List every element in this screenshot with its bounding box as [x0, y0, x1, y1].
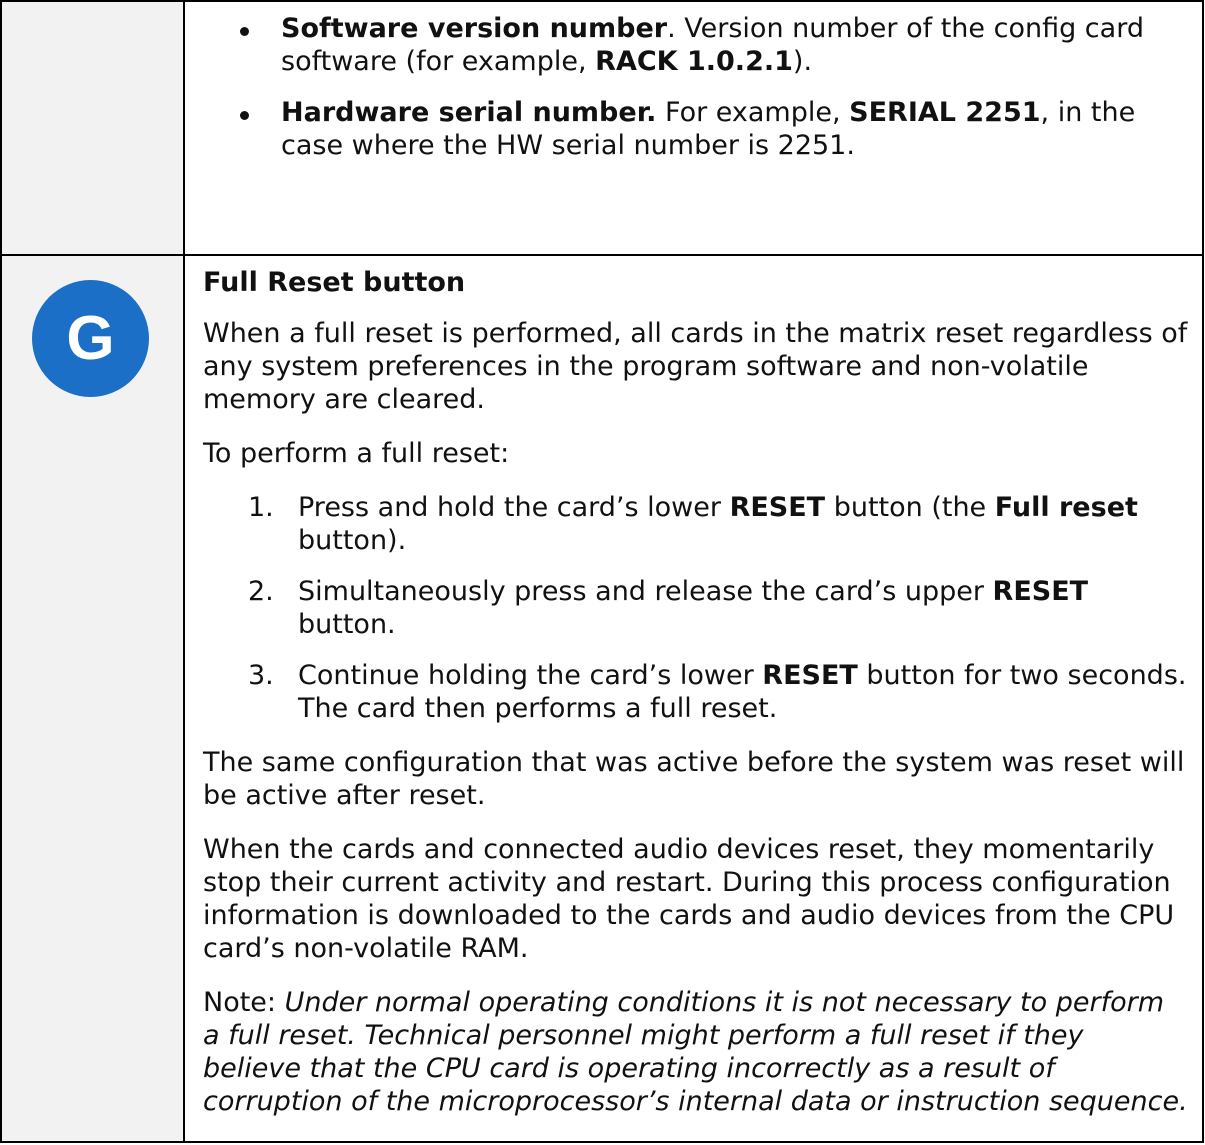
- step-number: 3.: [248, 660, 274, 691]
- paragraph-configuration: The same configuration that was active b…: [203, 747, 1185, 811]
- row-label-cell: [0, 0, 185, 256]
- note-label: Note:: [203, 987, 285, 1018]
- bullet-term: Software version number: [281, 13, 668, 44]
- step-item: 2. Simultaneously press and release the c…: [203, 575, 1188, 641]
- step-text: Simultaneously press and release the car…: [298, 576, 993, 607]
- step-number: 1.: [248, 492, 274, 523]
- step-keyword: RESET: [992, 576, 1089, 607]
- row-label-cell: G: [0, 254, 185, 1143]
- bullet-text-end: ).: [792, 46, 813, 77]
- section-heading: Full Reset button: [203, 267, 466, 298]
- step-number: 2.: [248, 576, 274, 607]
- step-text: button.: [298, 609, 396, 640]
- step-text: Press and hold the card’s lower: [298, 492, 730, 523]
- step-keyword: Full reset: [994, 492, 1138, 523]
- bullet-text: For example,: [656, 97, 850, 128]
- full-reset-row: G Full Reset button When a full reset is…: [0, 254, 1204, 1143]
- bullet-icon: [240, 27, 249, 36]
- step-item: 1. Press and hold the card’s lower RESET …: [203, 491, 1188, 557]
- step-text: Continue holding the card’s lower: [298, 660, 763, 691]
- bullet-example: SERIAL 2251: [849, 97, 1041, 128]
- bullet-icon: [240, 111, 249, 120]
- info-row: Software version number. Version number …: [0, 0, 1204, 256]
- step-item: 3. Continue holding the card’s lower RESE…: [203, 659, 1188, 725]
- info-content-cell: Software version number. Version number …: [183, 0, 1204, 256]
- procedure-steps: 1. Press and hold the card’s lower RESET …: [203, 491, 1188, 725]
- step-text: button (the: [825, 492, 995, 523]
- note-text: Under normal operating conditions it is …: [203, 987, 1188, 1117]
- bullet-item-software-version: Software version number. Version number …: [203, 12, 1188, 78]
- paragraph-reset-behavior: When the cards and connected audio devic…: [203, 834, 1175, 964]
- callout-g-icon: G: [32, 280, 149, 397]
- step-text: button for two seconds.: [857, 660, 1187, 691]
- bullet-example: RACK 1.0.2.1: [595, 46, 793, 77]
- full-reset-content-cell: Full Reset button When a full reset is p…: [183, 254, 1204, 1143]
- paragraph-full-reset-description: When a full reset is performed, all card…: [203, 318, 1188, 415]
- bullet-item-hardware-serial: Hardware serial number. For example, SER…: [203, 96, 1188, 162]
- callout-letter: G: [66, 303, 115, 373]
- documentation-table: Software version number. Version number …: [0, 0, 1204, 1143]
- bullet-list: Software version number. Version number …: [203, 12, 1188, 162]
- step-keyword: RESET: [762, 660, 858, 691]
- bullet-term: Hardware serial number.: [281, 97, 657, 128]
- step-keyword: RESET: [729, 492, 826, 523]
- step-text: button).: [298, 525, 407, 556]
- paragraph-procedure-intro: To perform a full reset:: [203, 438, 510, 469]
- note: Note: Under normal operating conditions …: [203, 986, 1188, 1118]
- step-result: The card then performs a full reset.: [298, 693, 778, 724]
